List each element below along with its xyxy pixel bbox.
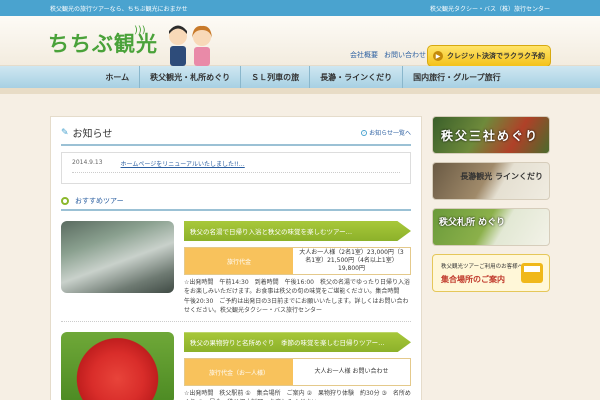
meeting-banner-title: 集合場所のご案内: [441, 275, 505, 284]
notice-header: ✎ お知らせ › お知らせ一覧へ: [61, 125, 411, 146]
recommend-header: おすすめツアー: [61, 196, 411, 211]
circle-icon: [61, 197, 69, 205]
tour-item: 秩父の果物狩りと名所めぐり 季節の味覚を楽しむ日帰りツアー… 旅行代金（お一人様…: [61, 332, 411, 400]
notice-list-label: お知らせ一覧へ: [369, 130, 411, 137]
tour-title-link[interactable]: 秩父の果物狩りと名所めぐり 季節の味覚を楽しむ日帰りツアー…: [184, 332, 411, 353]
nav-nagatoro[interactable]: 長瀞・ラインくだり: [310, 66, 404, 88]
tour-body: 秩父の果物狩りと名所めぐり 季節の味覚を楽しむ日帰りツアー… 旅行代金（お一人様…: [184, 332, 411, 400]
notice-title: ✎ お知らせ: [61, 125, 113, 141]
mascot-characters-icon: [169, 25, 212, 66]
tour-title-link[interactable]: 秩父の名湯で日帰り入浴と秩父の味覚を楽しむツアー…: [184, 221, 411, 241]
top-bar-tagline: 秩父観光の旅行ツアーなら、ちちぶ観光におまかせ: [50, 5, 188, 13]
notice-title-text: お知らせ: [72, 129, 113, 140]
credit-reservation-button[interactable]: ▶ クレジット決済でラクラク予約: [427, 45, 551, 67]
recommend-title: おすすめツアー: [75, 197, 124, 205]
nav-domestic-travel[interactable]: 国内旅行・グループ旅行: [403, 66, 511, 88]
fudasho-banner-text: 秩父札所 めぐり: [439, 218, 506, 228]
tour-description: ☆出発時間 秩父駅前 ① 集合場所 ご案内 ② 果物狩り体験 約30分 ③ 名所…: [184, 390, 411, 400]
peach-image[interactable]: [61, 332, 174, 400]
sanja-banner-text: 秩父三社めぐり: [441, 129, 540, 143]
sidebar: 秩父三社めぐり 長瀞観光 ラインくだり 秩父札所 めぐり 秩父観光ツアーご利用の…: [432, 116, 550, 300]
sanja-banner[interactable]: 秩父三社めぐり: [432, 116, 550, 154]
price-value: 大人お一人様 お問い合わせ: [314, 368, 389, 376]
tour-item: 秩父の名湯で日帰り入浴と秩父の味覚を楽しむツアー… 旅行代金 大人お一人様（2名…: [61, 221, 411, 315]
notice-list-link[interactable]: › お知らせ一覧へ: [361, 128, 411, 137]
site-header: ちちぶ観光 ))) 会社概要 お問い合わせ ▶ クレジット決済でラクラク予約: [0, 16, 600, 67]
chevron-right-icon: ›: [361, 129, 368, 136]
tour-price-table: 旅行代金 大人お一人様（2名1室）23,000円（3名1室）21,500円（4名…: [184, 247, 411, 275]
notice-date: 2014.9.13: [72, 159, 103, 166]
signal-icon: ))): [134, 25, 146, 36]
tour-description: ☆出発時間 午前14:30 到着時間 午後16:00 秩父の名湯でゆったり日帰り…: [184, 279, 410, 314]
pencil-icon: ✎: [61, 127, 69, 138]
meeting-banner-subtitle: 秩父観光ツアーご利用のお客様へ: [441, 264, 524, 270]
company-link[interactable]: 会社概要: [350, 50, 378, 60]
main-nav: ホーム 秩父観光・札所めぐり ＳＬ列車の旅 長瀞・ラインくだり 国内旅行・グルー…: [0, 66, 600, 88]
list-item: 2014.9.13 ホームページをリニューアルいたしました!!…: [72, 159, 400, 173]
nav-home[interactable]: ホーム: [95, 66, 141, 88]
credit-button-label: クレジット決済でラクラク予約: [447, 52, 545, 60]
fudasho-banner[interactable]: 秩父札所 めぐり: [432, 208, 550, 246]
nagatoro-banner-text: 長瀞観光 ラインくだり: [460, 172, 543, 181]
tour-body: 秩父の名湯で日帰り入浴と秩父の味覚を楽しむツアー… 旅行代金 大人お一人様（2名…: [184, 221, 411, 315]
nav-sl-train[interactable]: ＳＬ列車の旅: [241, 66, 311, 88]
price-value: 大人お一人様（2名1室）23,000円（3名1室）21,500円（4名以上1室）…: [299, 249, 404, 272]
top-bar-company: 秩父観光タクシー・バス（株）旅行センター: [429, 5, 550, 13]
nav-shadow: [0, 88, 600, 94]
divider: [61, 321, 411, 323]
main-content: ✎ お知らせ › お知らせ一覧へ 2014.9.13 ホームページをリニューアル…: [50, 116, 422, 400]
price-label: 旅行代金: [185, 248, 293, 274]
onsen-image[interactable]: [61, 221, 174, 293]
nav-chichibu-tour[interactable]: 秩父観光・札所めぐり: [140, 66, 242, 88]
nagatoro-banner[interactable]: 長瀞観光 ラインくだり: [432, 162, 550, 200]
tour-price-table: 旅行代金（お一人様） 大人お一人様 お問い合わせ: [184, 358, 411, 387]
top-bar: 秩父観光の旅行ツアーなら、ちちぶ観光におまかせ 秩父観光タクシー・バス（株）旅行…: [0, 0, 600, 16]
bus-icon: [521, 263, 543, 283]
arrow-right-icon: ▶: [433, 51, 443, 61]
price-label: 旅行代金（お一人様）: [185, 359, 293, 386]
notice-list: 2014.9.13 ホームページをリニューアルいたしました!!…: [61, 152, 411, 184]
meeting-place-banner[interactable]: 秩父観光ツアーご利用のお客様へ 集合場所のご案内: [432, 254, 550, 292]
contact-link[interactable]: お問い合わせ: [384, 50, 426, 60]
notice-link[interactable]: ホームページをリニューアルいたしました!!…: [121, 159, 245, 168]
